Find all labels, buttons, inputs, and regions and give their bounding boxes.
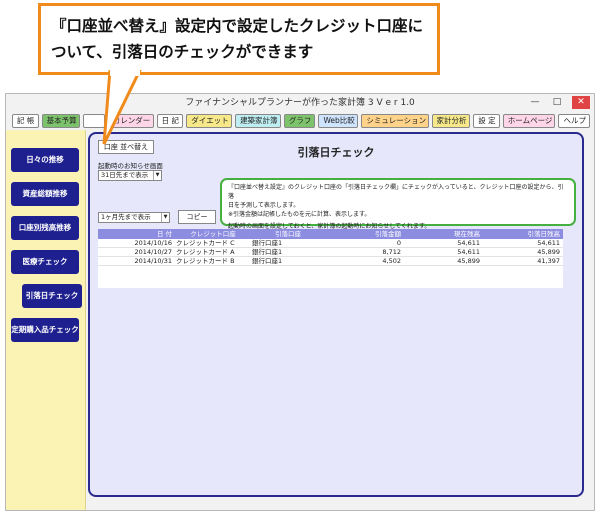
app-window: ファイナンシャルプランナーが作った家計簿 3 V e r 1.0 — □ ✕ 記… bbox=[5, 93, 595, 511]
chevron-down-icon: ▼ bbox=[153, 171, 161, 180]
table-row[interactable]: 2014/10/31 クレジットカード B 銀行口座1 4,502 45,899… bbox=[98, 257, 563, 266]
cell-date: 2014/10/31 bbox=[134, 257, 172, 265]
table-row[interactable]: 2014/10/27 クレジットカード A 銀行口座1 8,712 54,611… bbox=[98, 248, 563, 257]
cell-current-balance: 54,611 bbox=[457, 248, 480, 256]
cell-credit-account: クレジットカード A bbox=[176, 248, 235, 256]
header-date: 日 付 bbox=[156, 230, 172, 238]
callout-line-2: ついて、引落日のチェックができます bbox=[51, 43, 314, 61]
tab-hidden[interactable] bbox=[83, 114, 105, 128]
tab-building[interactable]: 建築家計簿 bbox=[235, 114, 281, 128]
sidebar-item-assets[interactable]: 資産総額推移 bbox=[11, 182, 79, 206]
copy-button[interactable]: コピー bbox=[178, 210, 216, 224]
tab-web[interactable]: Web比較 bbox=[318, 114, 359, 128]
notice-line: 日を予測して表示します。 bbox=[228, 202, 300, 209]
header-current-balance: 現在残高 bbox=[454, 230, 480, 238]
header-balance-after: 引落日残高 bbox=[527, 230, 561, 238]
table-empty-area bbox=[98, 266, 563, 288]
tab-diet[interactable]: ダイエット bbox=[186, 114, 233, 128]
table-row[interactable]: 2014/10/16 クレジットカード C 銀行口座1 0 54,611 54,… bbox=[98, 239, 563, 248]
close-button[interactable]: ✕ bbox=[572, 96, 590, 109]
cell-current-balance: 54,611 bbox=[457, 239, 480, 247]
sidebar-item-account-balance[interactable]: 口座別残高推移 bbox=[11, 216, 79, 240]
page-title: 引落日チェック bbox=[297, 146, 375, 159]
tab-bar: 記 帳 基本予算 カレンダー 日 記 ダイエット 建築家計簿 グラフ Web比較… bbox=[12, 113, 590, 129]
table-header: 日 付 クレジット口座 引落口座 引落金額 現在残高 引落日残高 bbox=[98, 229, 563, 239]
cell-balance-after: 54,611 bbox=[537, 239, 560, 247]
window-title: ファイナンシャルプランナーが作った家計簿 3 V e r 1.0 bbox=[185, 98, 415, 108]
sidebar-item-medical[interactable]: 医療チェック bbox=[11, 250, 79, 274]
tab-homepage[interactable]: ホームページ bbox=[502, 114, 556, 128]
cell-debit-account: 銀行口座1 bbox=[252, 248, 283, 256]
notice-line: 『口座並べ替え設定』のクレジット口座の「引落日チェック欄」にチェックが入っている… bbox=[228, 184, 564, 200]
range-select[interactable]: 1ヶ月先まで表示 ▼ bbox=[98, 212, 170, 223]
tab-budget[interactable]: 基本予算 bbox=[41, 114, 81, 128]
notice-line: ※引落金額は記帳したものを元に計算、表示します。 bbox=[228, 211, 371, 218]
chevron-down-icon: ▼ bbox=[161, 213, 169, 222]
cell-credit-account: クレジットカード C bbox=[176, 239, 235, 247]
callout-box: 『口座並べ替え』設定内で設定したクレジット口座に ついて、引落日のチェックができ… bbox=[38, 3, 440, 75]
tab-graph[interactable]: グラフ bbox=[283, 114, 316, 128]
main-panel: 口座 並べ替え 引落日チェック 起動時のお知らせ画面 31日先まで表示 ▼ 『口… bbox=[88, 132, 584, 497]
cell-current-balance: 45,899 bbox=[457, 257, 480, 265]
tab-help[interactable]: ヘルプ bbox=[558, 114, 590, 128]
startup-select[interactable]: 31日先まで表示 ▼ bbox=[98, 170, 162, 181]
maximize-button[interactable]: □ bbox=[548, 96, 566, 109]
cell-balance-after: 41,397 bbox=[537, 257, 560, 265]
cell-amount: 4,502 bbox=[382, 257, 401, 265]
cell-date: 2014/10/27 bbox=[134, 248, 172, 256]
tab-kicho[interactable]: 記 帳 bbox=[12, 114, 39, 128]
notice-box: 『口座並べ替え設定』のクレジット口座の「引落日チェック欄」にチェックが入っている… bbox=[220, 178, 576, 230]
cell-amount: 8,712 bbox=[382, 248, 401, 256]
tab-diary[interactable]: 日 記 bbox=[156, 114, 184, 128]
minimize-button[interactable]: — bbox=[526, 96, 544, 109]
startup-label: 起動時のお知らせ画面 bbox=[98, 162, 163, 170]
cell-credit-account: クレジットカード B bbox=[176, 257, 235, 265]
callout-line-1: 『口座並べ替え』設定内で設定したクレジット口座に bbox=[51, 17, 424, 35]
tab-simulation[interactable]: シミュレーション bbox=[361, 114, 429, 128]
cell-amount: 0 bbox=[396, 239, 401, 247]
tab-calendar[interactable]: カレンダー bbox=[107, 114, 154, 128]
header-debit-account: 引落口座 bbox=[275, 230, 301, 238]
debit-table: 日 付 クレジット口座 引落口座 引落金額 現在残高 引落日残高 2014/10… bbox=[98, 229, 563, 288]
cell-debit-account: 銀行口座1 bbox=[252, 239, 283, 247]
startup-select-value: 31日先まで表示 bbox=[101, 171, 149, 179]
header-amount: 引落金額 bbox=[375, 230, 401, 238]
range-select-value: 1ヶ月先まで表示 bbox=[101, 213, 151, 221]
sidebar-item-daily[interactable]: 日々の推移 bbox=[11, 148, 79, 172]
cell-balance-after: 45,899 bbox=[537, 248, 560, 256]
header-credit-account: クレジット口座 bbox=[190, 230, 236, 238]
tab-analysis[interactable]: 家計分析 bbox=[431, 114, 471, 128]
sidebar-item-subscription[interactable]: 定期購入品チェック bbox=[11, 318, 79, 342]
sidebar: 日々の推移 資産総額推移 口座別残高推移 医療チェック 引落日チェック 定期購入… bbox=[6, 130, 86, 510]
tab-settings[interactable]: 設 定 bbox=[473, 114, 500, 128]
cell-debit-account: 銀行口座1 bbox=[252, 257, 283, 265]
sidebar-item-debit-check[interactable]: 引落日チェック bbox=[22, 284, 82, 308]
cell-date: 2014/10/16 bbox=[134, 239, 172, 247]
